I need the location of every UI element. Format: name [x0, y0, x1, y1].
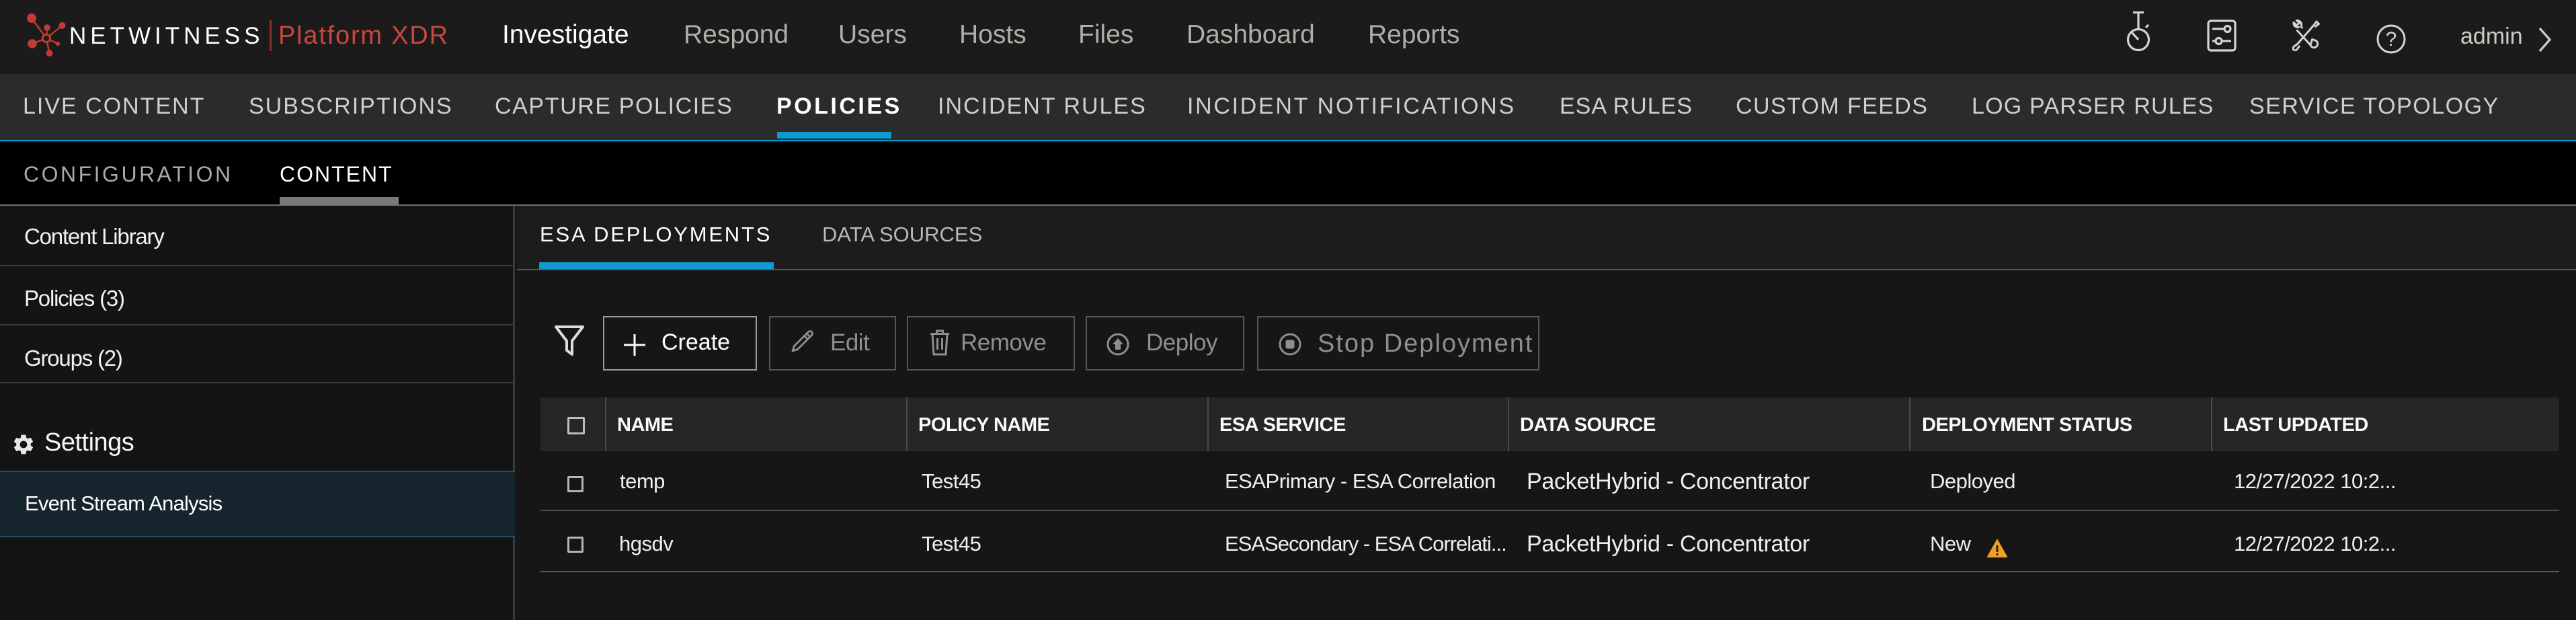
- svg-text:?: ?: [2386, 28, 2397, 50]
